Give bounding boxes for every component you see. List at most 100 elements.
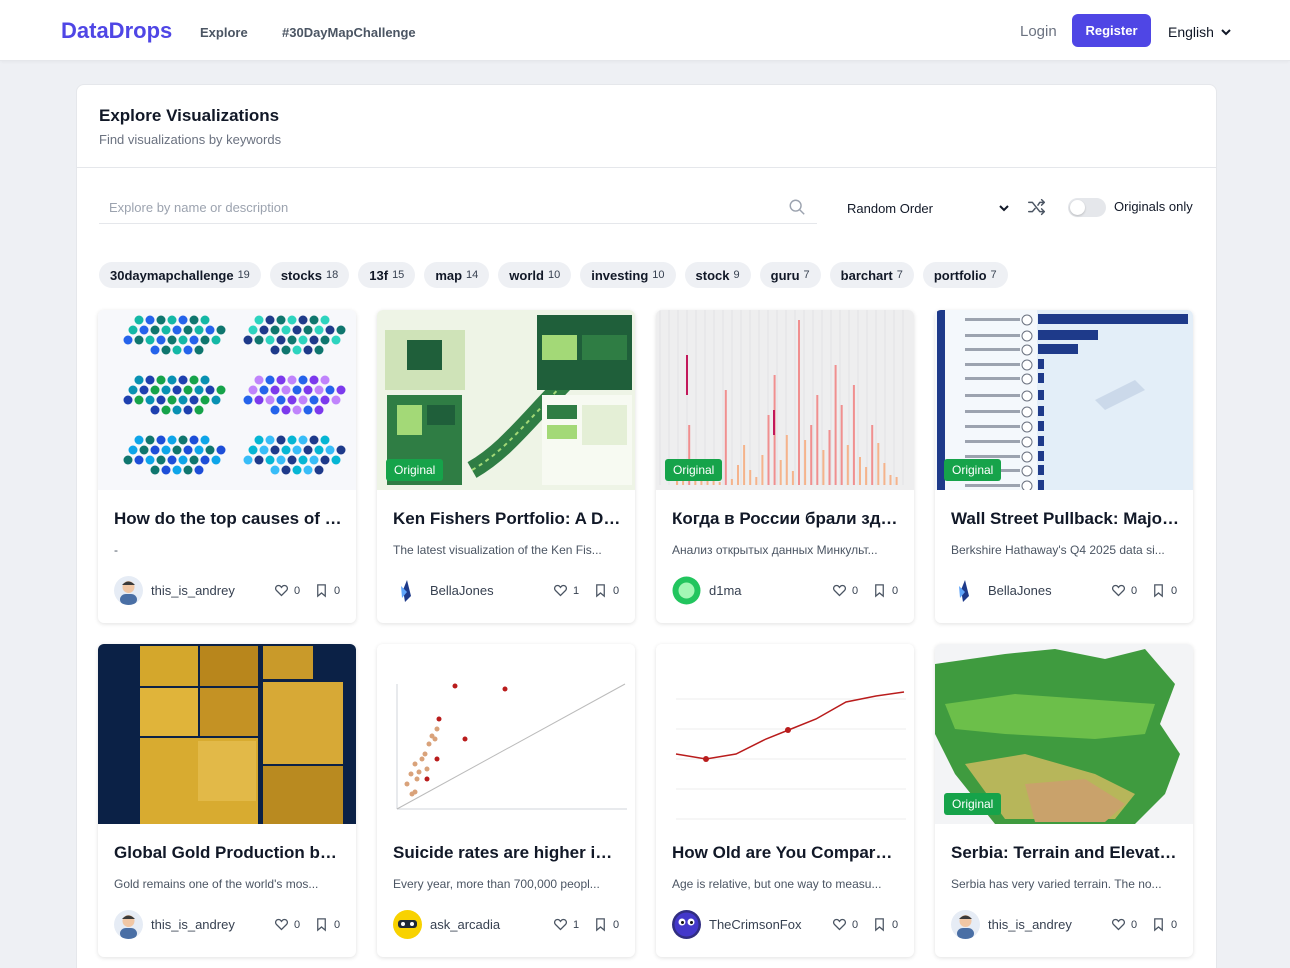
save-count: 0 (892, 918, 899, 931)
author-name[interactable]: this_is_andrey (151, 917, 235, 932)
visualization-card[interactable]: Original Когда в России брали здан... Анал… (656, 310, 914, 623)
bookmark-icon[interactable] (593, 583, 608, 598)
like-button[interactable]: 1 (553, 583, 579, 598)
login-link[interactable]: Login (1020, 23, 1057, 40)
heart-icon[interactable] (832, 917, 847, 932)
originals-only-toggle[interactable] (1068, 198, 1106, 217)
bookmark-icon[interactable] (1151, 583, 1166, 598)
nav-map-challenge-link[interactable]: #30DayMapChallenge (282, 25, 416, 40)
card-title[interactable]: Suicide rates are higher in ... (393, 843, 621, 863)
card-footer: BellaJones 0 0 (951, 576, 1179, 606)
save-button[interactable]: 0 (872, 917, 898, 932)
avatar[interactable] (672, 576, 701, 605)
search-icon[interactable] (788, 198, 806, 216)
save-button[interactable]: 0 (314, 917, 340, 932)
visualization-card[interactable]: Original Wall Street Pullback: Major ... B… (935, 310, 1193, 623)
visualization-card[interactable]: Original Ken Fishers Portfolio: A Dec... T… (377, 310, 635, 623)
language-select[interactable]: English (1168, 24, 1232, 40)
save-button[interactable]: 0 (872, 583, 898, 598)
bookmark-icon[interactable] (1151, 917, 1166, 932)
save-button[interactable]: 0 (593, 583, 619, 598)
like-button[interactable]: 0 (832, 917, 858, 932)
tag-chip[interactable]: 30daymapchallenge 19 (99, 262, 261, 288)
visualization-thumbnail[interactable] (98, 644, 356, 824)
card-title[interactable]: How Old are You Compared... (672, 843, 900, 863)
author-name[interactable]: ask_arcadia (430, 917, 500, 932)
bookmark-icon[interactable] (314, 583, 329, 598)
author-name[interactable]: this_is_andrey (151, 583, 235, 598)
card-title[interactable]: Когда в России брали здан... (672, 509, 900, 529)
visualization-card[interactable]: Global Gold Production by ... Gold remain… (98, 644, 356, 957)
card-description: Serbia has very varied terrain. The no..… (951, 877, 1162, 891)
register-button[interactable]: Register (1072, 14, 1151, 47)
visualization-thumbnail[interactable] (656, 644, 914, 824)
save-button[interactable]: 0 (314, 583, 340, 598)
like-button[interactable]: 1 (553, 917, 579, 932)
tag-chip[interactable]: stock 9 (684, 262, 751, 288)
card-title[interactable]: How do the top causes of d... (114, 509, 342, 529)
like-button[interactable]: 0 (1111, 583, 1137, 598)
search-input[interactable] (109, 200, 769, 215)
heart-icon[interactable] (274, 583, 289, 598)
author-name[interactable]: TheCrimsonFox (709, 917, 801, 932)
author-name[interactable]: BellaJones (430, 583, 494, 598)
card-title[interactable]: Serbia: Terrain and Elevation (951, 843, 1179, 863)
avatar[interactable] (672, 910, 701, 939)
heart-icon[interactable] (832, 583, 847, 598)
visualization-card[interactable]: How do the top causes of d... - this_is_an… (98, 310, 356, 623)
heart-icon[interactable] (553, 583, 568, 598)
heart-icon[interactable] (1111, 917, 1126, 932)
tag-chip[interactable]: portfolio 7 (922, 262, 1008, 288)
bookmark-icon[interactable] (593, 917, 608, 932)
tag-name: stocks (280, 267, 323, 283)
like-count: 0 (852, 584, 859, 597)
avatar[interactable] (114, 910, 143, 939)
visualization-thumbnail[interactable] (377, 644, 635, 824)
tag-chip[interactable]: guru 7 (759, 262, 821, 288)
tag-count: 19 (237, 269, 250, 281)
author-name[interactable]: BellaJones (988, 583, 1052, 598)
author-name[interactable]: d1ma (709, 583, 742, 598)
heart-icon[interactable] (274, 917, 289, 932)
sort-order-select[interactable]: Random Order (847, 192, 1010, 224)
visualization-thumbnail[interactable] (98, 310, 356, 490)
tag-chip[interactable]: investing 10 (580, 262, 676, 288)
card-title[interactable]: Global Gold Production by ... (114, 843, 342, 863)
author-name[interactable]: this_is_andrey (988, 917, 1072, 932)
card-title[interactable]: Ken Fishers Portfolio: A Dec... (393, 509, 621, 529)
tag-chip[interactable]: 13f 15 (358, 262, 416, 288)
heart-icon[interactable] (553, 917, 568, 932)
avatar[interactable] (393, 576, 422, 605)
save-button[interactable]: 0 (1151, 917, 1177, 932)
save-count: 0 (1171, 584, 1178, 597)
tag-chip[interactable]: map 14 (424, 262, 490, 288)
visualization-card[interactable]: How Old are You Compared... Age is relati… (656, 644, 914, 957)
shuffle-icon[interactable] (1026, 196, 1048, 218)
visualization-card[interactable]: Original Serbia: Terrain and Elevation Ser… (935, 644, 1193, 957)
avatar[interactable] (393, 910, 422, 939)
tag-chip[interactable]: barchart 7 (829, 262, 914, 288)
avatar[interactable] (951, 576, 980, 605)
save-button[interactable]: 0 (1151, 583, 1177, 598)
like-button[interactable]: 0 (1111, 917, 1137, 932)
like-button[interactable]: 0 (274, 917, 300, 932)
card-footer: this_is_andrey 0 0 (114, 910, 342, 940)
like-button[interactable]: 0 (832, 583, 858, 598)
save-count: 0 (334, 918, 341, 931)
bookmark-icon[interactable] (314, 917, 329, 932)
card-title[interactable]: Wall Street Pullback: Major ... (951, 509, 1179, 529)
avatar[interactable] (951, 910, 980, 939)
tag-name: 13f (369, 267, 389, 283)
avatar[interactable] (114, 576, 143, 605)
nav-explore-link[interactable]: Explore (200, 25, 248, 40)
heart-icon[interactable] (1111, 583, 1126, 598)
brand-logo[interactable]: DataDrops (61, 18, 172, 44)
visualization-card[interactable]: Suicide rates are higher in ... Every yea… (377, 644, 635, 957)
tag-chip[interactable]: stocks 18 (269, 262, 350, 288)
like-button[interactable]: 0 (274, 583, 300, 598)
tag-count: 7 (803, 269, 810, 281)
bookmark-icon[interactable] (872, 583, 887, 598)
bookmark-icon[interactable] (872, 917, 887, 932)
save-button[interactable]: 0 (593, 917, 619, 932)
tag-chip[interactable]: world 10 (498, 262, 572, 288)
